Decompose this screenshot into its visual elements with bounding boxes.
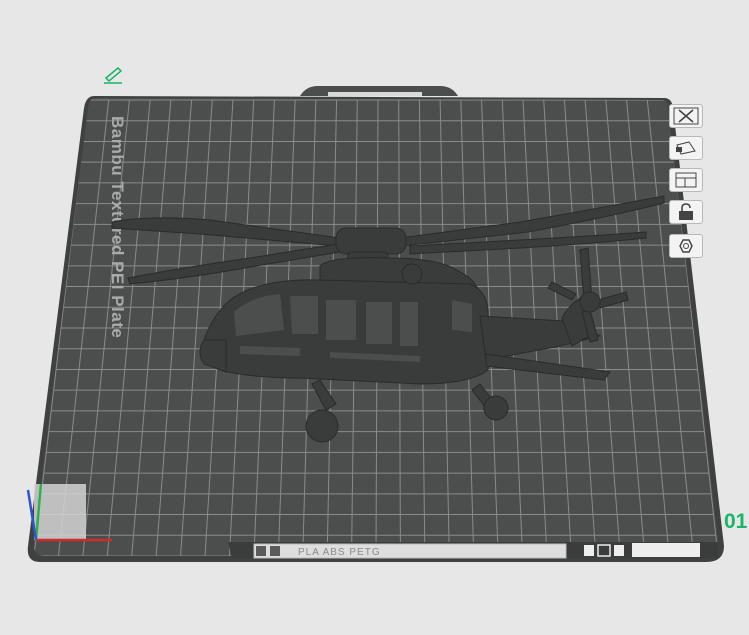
plate-settings-button[interactable] (669, 234, 703, 258)
arrange-button[interactable] (669, 136, 703, 160)
qr-icon (256, 546, 266, 556)
filament-compat-label: PLA ABS PETG (298, 547, 381, 558)
origin-marker (34, 484, 86, 540)
arrange-icon (676, 141, 696, 155)
trash-icon (584, 545, 594, 556)
close-plate-button[interactable] (669, 104, 703, 128)
edit-icon[interactable] (104, 66, 123, 84)
plate-handle-slot (328, 92, 422, 96)
close-icon (673, 107, 699, 125)
trash-all-icon (614, 545, 624, 556)
layout-icon (675, 172, 697, 188)
plate-number: 01 (724, 510, 748, 533)
image-icon (270, 546, 280, 556)
lock-button[interactable] (669, 200, 703, 224)
layout-button[interactable] (669, 168, 703, 192)
settings-icon (679, 239, 693, 253)
3d-viewport[interactable]: Bambu Textured PEI Plate PLA ABS PETG (0, 0, 749, 635)
plate-info-strip: PLA ABS PETG (228, 542, 718, 559)
plate-name-box (632, 543, 700, 557)
lock-icon (679, 203, 693, 220)
